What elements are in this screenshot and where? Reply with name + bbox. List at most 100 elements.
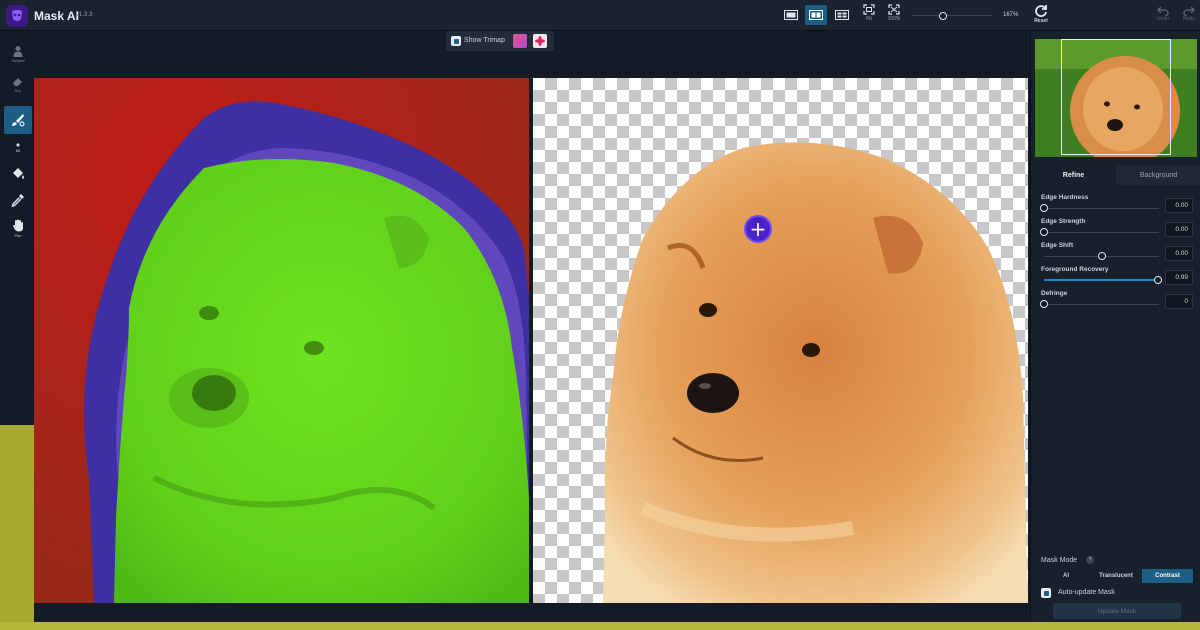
edge-hardness-knob[interactable] — [1040, 204, 1048, 212]
edge-shift-label: Edge Shift — [1041, 242, 1074, 249]
reset-button[interactable]: Reset — [1033, 4, 1049, 28]
mask-color-button[interactable] — [533, 34, 547, 48]
edge-strength-track[interactable] — [1044, 232, 1159, 233]
bucket-icon — [13, 168, 24, 179]
pan-label: Pan — [14, 232, 22, 238]
brush-icon — [12, 114, 25, 127]
side-by-side-view-button[interactable] — [831, 5, 853, 25]
edge-strength-label: Edge Strength — [1041, 218, 1086, 225]
edge-shift-slider: Edge Shift 0.00 — [1041, 242, 1193, 264]
defringe-label: Defringe — [1041, 290, 1068, 297]
subject-label: Subject — [11, 58, 25, 63]
right-panel: Refine Background Edge Hardness 0.00 Edg… — [1030, 31, 1200, 622]
reset-icon — [1035, 5, 1047, 17]
add-brush-cursor: + — [744, 215, 772, 243]
eyedropper-icon — [11, 194, 24, 207]
full-size-button[interactable]: 100% — [883, 4, 905, 28]
checkbox-check-icon — [453, 38, 459, 44]
navigator-thumbnail[interactable] — [1035, 39, 1197, 157]
trimap-canvas[interactable] — [34, 78, 529, 603]
masked-dog-image — [603, 142, 1028, 603]
edge-strength-value[interactable]: 0.00 — [1165, 222, 1193, 237]
zoom-slider-track[interactable] — [912, 15, 992, 16]
edge-hardness-track[interactable] — [1044, 208, 1159, 209]
edge-hardness-value[interactable]: 0.00 — [1165, 198, 1193, 213]
fit-label: Fit — [866, 16, 872, 22]
mask-mode-section: Mask Mode ? AI Translucent Contrast Auto… — [1031, 548, 1200, 622]
defringe-track[interactable] — [1044, 304, 1159, 305]
foreground-recovery-label: Foreground Recovery — [1041, 266, 1109, 273]
undo-button[interactable]: Undo — [1155, 6, 1171, 28]
defringe-knob[interactable] — [1040, 300, 1048, 308]
trimap-toolbar: Show Trimap — [446, 31, 554, 51]
edge-strength-knob[interactable] — [1040, 228, 1048, 236]
left-toolbar: Subject Sky 60 Pan — [4, 40, 32, 250]
subject-tool[interactable]: Subject — [4, 40, 32, 68]
redo-button[interactable]: Redo — [1181, 6, 1197, 28]
checkbox-check-icon — [1043, 590, 1049, 596]
eraser-icon — [13, 78, 22, 86]
mask-mode-contrast[interactable]: Contrast — [1142, 569, 1193, 583]
edge-shift-value[interactable]: 0.00 — [1165, 246, 1193, 261]
single-view-icon — [784, 10, 798, 20]
reset-label: Reset — [1034, 18, 1048, 24]
tab-refine[interactable]: Refine — [1031, 165, 1116, 185]
edge-shift-knob[interactable] — [1097, 252, 1106, 260]
tab-background[interactable]: Background — [1116, 165, 1200, 185]
app-title: Mask AI — [34, 9, 79, 23]
panel-tabs: Refine Background — [1031, 165, 1200, 185]
foreground-recovery-value[interactable]: 0.99 — [1165, 270, 1193, 285]
side-by-side-view-icon — [835, 10, 849, 20]
brush-size-label: 60 — [15, 148, 21, 153]
brush-tool[interactable] — [4, 106, 32, 134]
auto-update-checkbox[interactable] — [1041, 588, 1051, 598]
eyedropper-tool[interactable] — [4, 186, 32, 214]
mask-mode-ai[interactable]: AI — [1041, 569, 1091, 583]
expand-icon — [888, 4, 900, 15]
edge-hardness-label: Edge Hardness — [1041, 194, 1089, 201]
mask-logo-icon — [12, 10, 22, 21]
mask-mode-title: Mask Mode — [1041, 557, 1078, 564]
dot-icon — [16, 143, 20, 147]
navigator-viewport-frame[interactable] — [1061, 39, 1171, 155]
foreground-recovery-fill — [1044, 279, 1158, 281]
trimap-color-swatch[interactable] — [513, 34, 527, 48]
undo-label: Undo — [1157, 16, 1169, 22]
defringe-value[interactable]: 0 — [1165, 294, 1193, 309]
auto-update-label[interactable]: Auto-update Mask — [1058, 589, 1115, 596]
full-size-label: 100% — [887, 16, 901, 22]
help-icon[interactable]: ? — [1086, 556, 1094, 564]
single-view-button[interactable] — [780, 5, 802, 25]
app-logo — [6, 5, 28, 27]
trimap-overlay-image — [34, 78, 529, 603]
foreground-recovery-knob[interactable] — [1153, 276, 1162, 284]
sky-tool[interactable]: Sky — [4, 70, 32, 98]
pan-tool[interactable]: Pan — [4, 214, 32, 242]
top-toolbar: Mask AI v1.3.3 Fit 100% 167% Reset Undo — [0, 0, 1200, 31]
edge-strength-slider: Edge Strength 0.00 — [1040, 218, 1193, 240]
update-mask-button[interactable]: Update Mask — [1053, 603, 1181, 619]
show-trimap-label[interactable]: Show Trimap — [464, 37, 505, 44]
zoom-slider-knob[interactable] — [939, 12, 947, 20]
foreground-recovery-slider: Foreground Recovery 0.99 — [1041, 266, 1193, 288]
background-olive-strip — [0, 622, 1200, 630]
fit-button[interactable]: Fit — [858, 4, 880, 28]
result-canvas[interactable] — [533, 78, 1028, 603]
edge-hardness-slider: Edge Hardness 0.00 — [1040, 194, 1193, 216]
redo-icon — [1183, 6, 1195, 16]
hand-icon — [12, 219, 23, 231]
brush-size[interactable]: 60 — [4, 134, 32, 162]
background-olive-edge — [0, 425, 34, 630]
sky-label: Sky — [14, 88, 22, 93]
zoom-value: 167% — [1003, 12, 1019, 18]
split-view-icon — [809, 10, 823, 20]
defringe-slider: Defringe 0 — [1040, 290, 1193, 312]
show-trimap-checkbox[interactable] — [451, 36, 461, 46]
person-icon — [13, 46, 23, 57]
mask-mode-translucent[interactable]: Translucent — [1091, 569, 1141, 583]
flower-icon — [535, 36, 545, 46]
fill-tool[interactable] — [4, 160, 32, 188]
split-view-button[interactable] — [805, 5, 827, 25]
undo-icon — [1157, 6, 1169, 16]
mask-ai-window: Mask AI v1.3.3 Fit 100% 167% Reset Undo — [0, 0, 1200, 630]
